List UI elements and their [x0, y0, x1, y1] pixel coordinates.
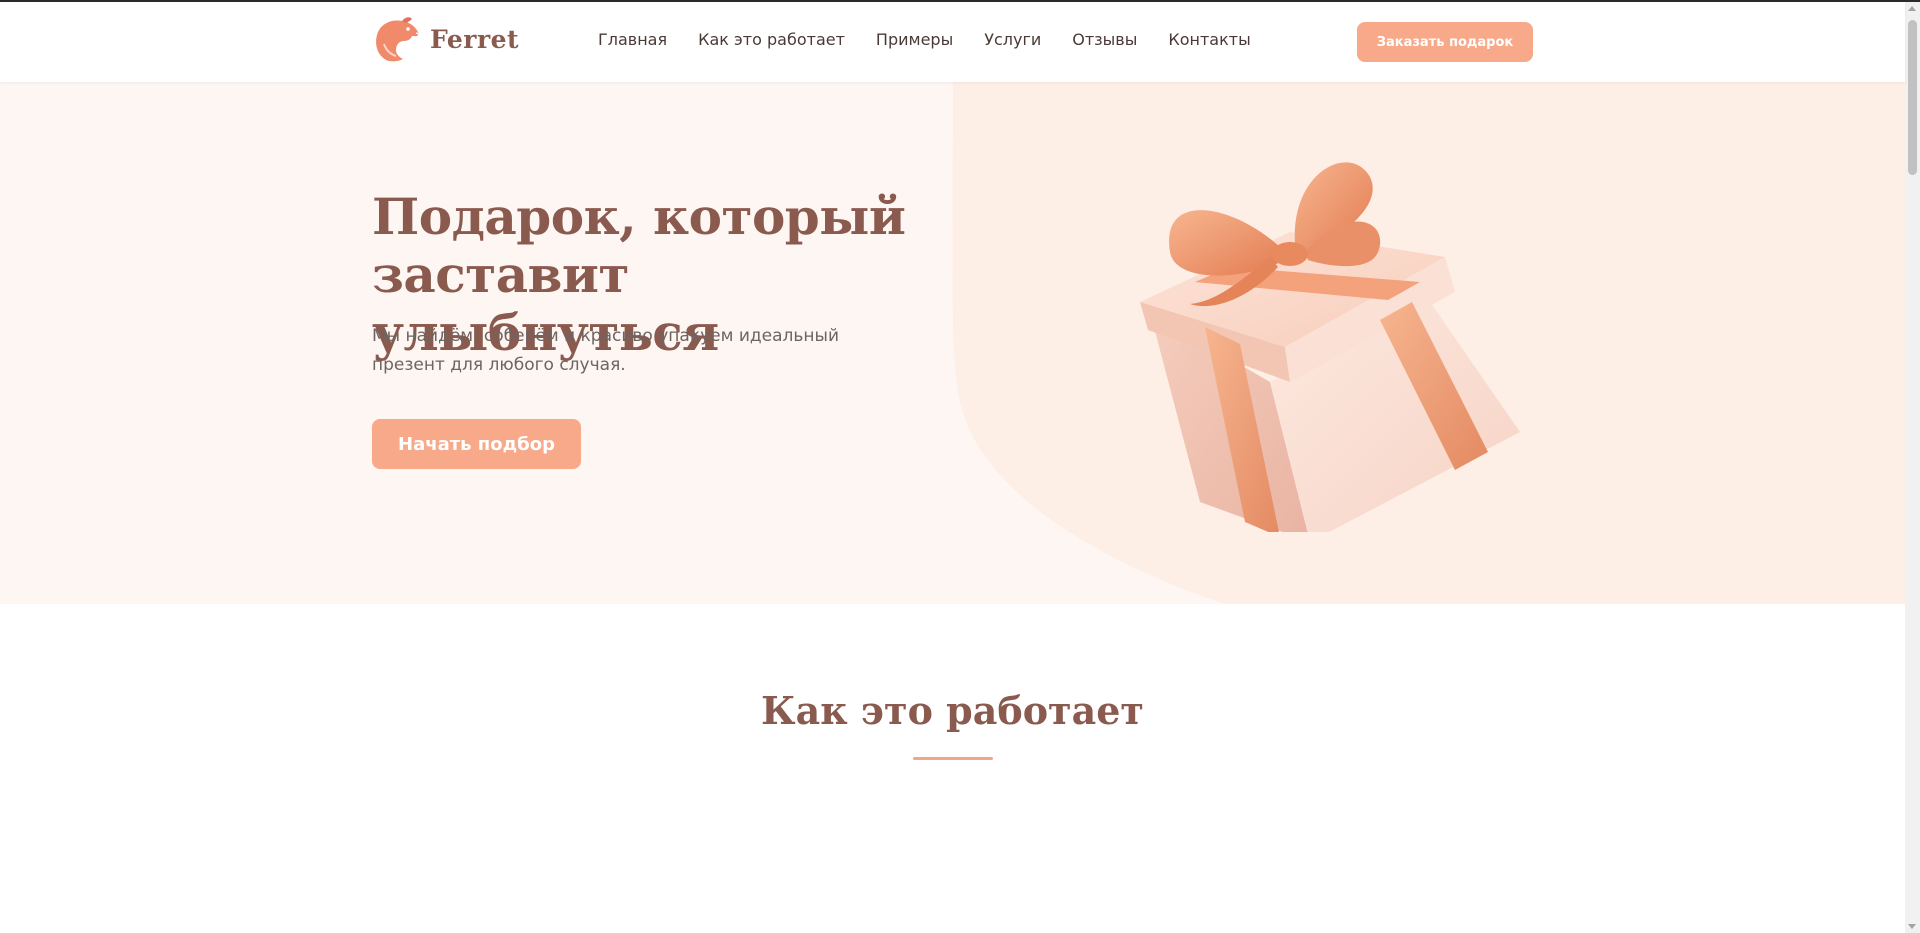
nav-item-reviews[interactable]: Отзывы — [1072, 30, 1137, 49]
hero-title-line-1: Подарок, который — [372, 187, 906, 246]
hero-subtitle: Мы найдём, соберём и красиво упакуем иде… — [372, 326, 839, 375]
scrollbar-thumb[interactable] — [1908, 20, 1917, 175]
ferret-head-icon — [376, 17, 419, 62]
nav-item-home[interactable]: Главная — [598, 30, 667, 49]
nav-item-examples[interactable]: Примеры — [876, 30, 953, 49]
heading-underline — [913, 757, 993, 760]
scroll-up-arrow-icon[interactable] — [1908, 6, 1916, 11]
scroll-down-arrow-icon[interactable] — [1908, 924, 1916, 929]
nav-item-contacts[interactable]: Контакты — [1168, 30, 1250, 49]
brand-name: Ferret — [430, 24, 520, 54]
hero-section: Подарок, который заставит улыбнуться Мы … — [0, 82, 1905, 604]
brand-logo[interactable]: Ferret — [372, 14, 519, 64]
start-selection-button[interactable]: Начать подбор — [372, 419, 581, 469]
site-header: Ferret Главная Как это работает Примеры … — [0, 2, 1905, 82]
order-gift-button[interactable]: Заказать подарок — [1357, 22, 1533, 62]
nav-item-how-it-works[interactable]: Как это работает — [698, 30, 845, 49]
page-scrollbar[interactable] — [1905, 2, 1920, 933]
nav-item-services[interactable]: Услуги — [984, 30, 1041, 49]
main-nav: Главная Как это работает Примеры Услуги … — [598, 30, 1282, 49]
gift-box-icon — [1140, 162, 1520, 532]
how-it-works-heading: Как это работает — [761, 688, 1144, 733]
hero-background-shape — [952, 82, 1905, 604]
